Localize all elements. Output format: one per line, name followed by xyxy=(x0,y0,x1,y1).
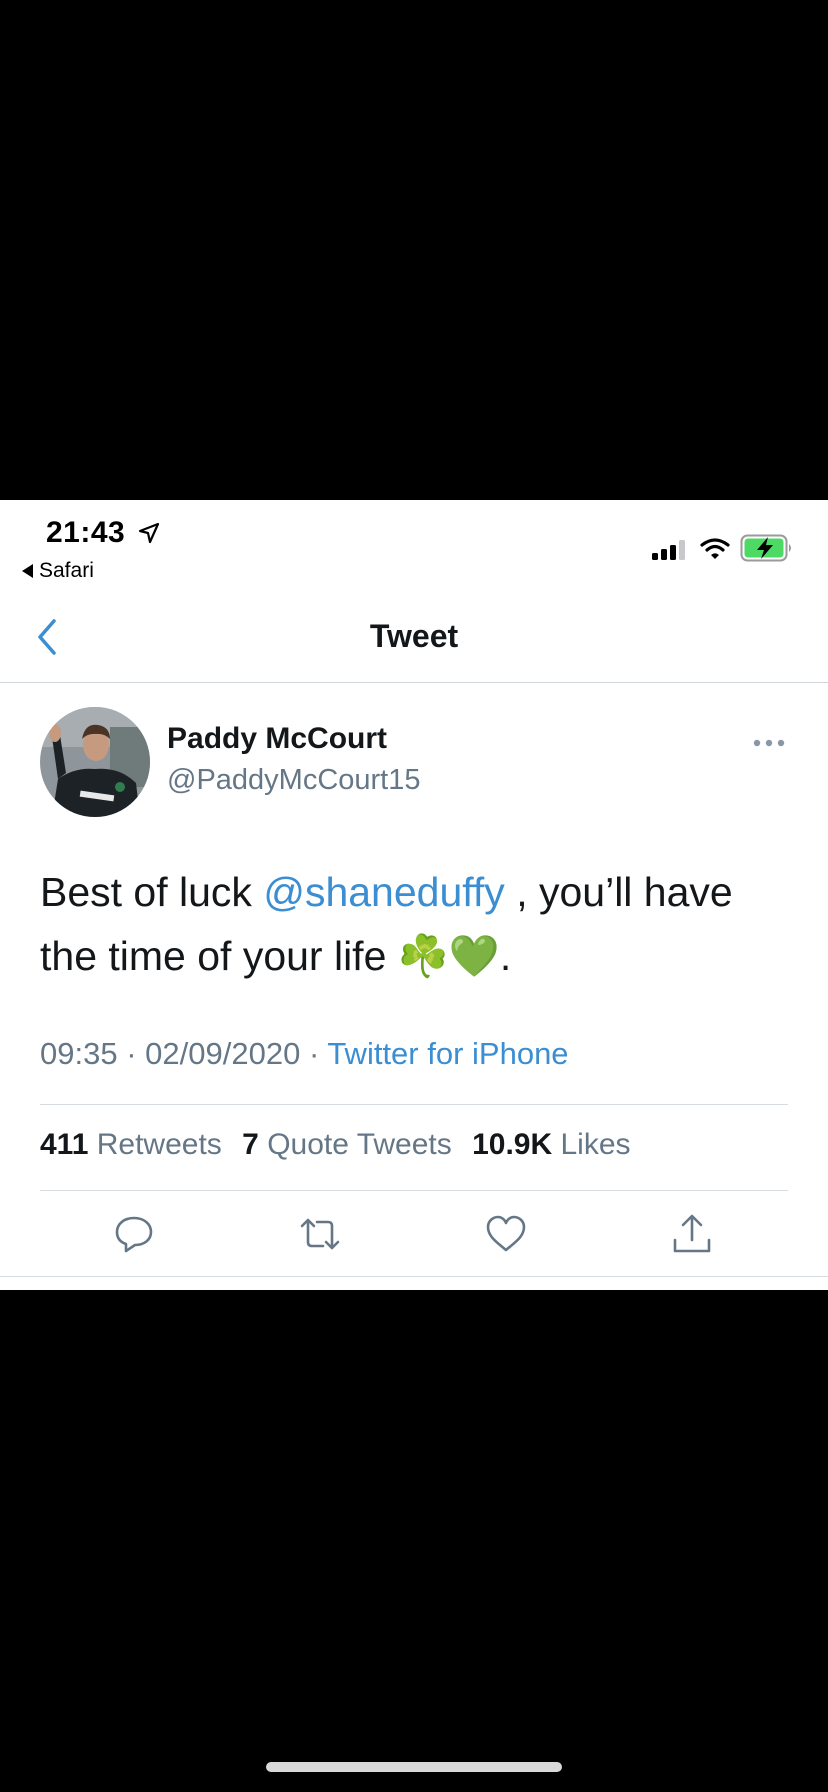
home-indicator[interactable] xyxy=(266,1762,562,1772)
nav-divider xyxy=(0,682,828,683)
back-triangle-icon xyxy=(22,564,33,578)
meta-separator: · xyxy=(308,1036,320,1071)
reply-icon[interactable] xyxy=(112,1212,156,1256)
status-time: 21:43 xyxy=(46,516,126,549)
quote-tweets-count: 7 xyxy=(242,1128,259,1161)
avatar-photo xyxy=(40,707,150,817)
divider xyxy=(0,1276,828,1277)
back-to-safari[interactable]: Safari xyxy=(22,559,94,583)
signal-icon xyxy=(652,540,685,560)
meta-separator: · xyxy=(126,1036,137,1071)
divider xyxy=(40,1104,788,1105)
author-handle[interactable]: @PaddyMcCourt15 xyxy=(167,764,421,797)
tweet-screen: 21:43 Safari Tweet Paddy McCourt @PaddyM… xyxy=(0,500,828,1290)
like-icon[interactable] xyxy=(484,1212,528,1256)
retweets-label: Retweets xyxy=(96,1128,222,1161)
avatar[interactable] xyxy=(40,707,150,817)
tweet-text: Best of luck @shaneduffy , you’ll have t… xyxy=(40,860,800,988)
tweet-date: 02/09/2020 xyxy=(145,1036,301,1071)
back-app-label: Safari xyxy=(39,559,94,582)
tweet-source-link[interactable]: Twitter for iPhone xyxy=(327,1036,568,1071)
likes-count: 10.9K xyxy=(472,1128,553,1161)
quote-tweets-stat[interactable]: 7 Quote Tweets xyxy=(242,1128,452,1161)
wifi-icon xyxy=(700,538,730,559)
tweet-meta: 09:35 · 02/09/2020 · Twitter for iPhone xyxy=(40,1036,569,1072)
divider xyxy=(40,1190,788,1191)
more-options-icon[interactable] xyxy=(752,736,786,750)
retweet-icon[interactable] xyxy=(298,1212,342,1256)
tweet-text-start: Best of luck xyxy=(40,869,264,915)
tweet-time: 09:35 xyxy=(40,1036,118,1071)
likes-label: Likes xyxy=(560,1128,631,1161)
mention-link[interactable]: @shaneduffy xyxy=(263,869,504,915)
quote-tweets-label: Quote Tweets xyxy=(267,1128,452,1161)
share-icon[interactable] xyxy=(670,1212,714,1256)
likes-stat[interactable]: 10.9K Likes xyxy=(472,1128,630,1161)
tweet-stats: 411 Retweets 7 Quote Tweets 10.9K Likes xyxy=(40,1128,631,1162)
author-name[interactable]: Paddy McCourt xyxy=(167,722,387,756)
battery-charging-icon xyxy=(740,534,791,562)
nav-title: Tweet xyxy=(369,618,459,654)
location-arrow-icon xyxy=(138,522,160,544)
retweets-stat[interactable]: 411 Retweets xyxy=(40,1128,222,1161)
retweets-count: 411 xyxy=(40,1128,89,1161)
